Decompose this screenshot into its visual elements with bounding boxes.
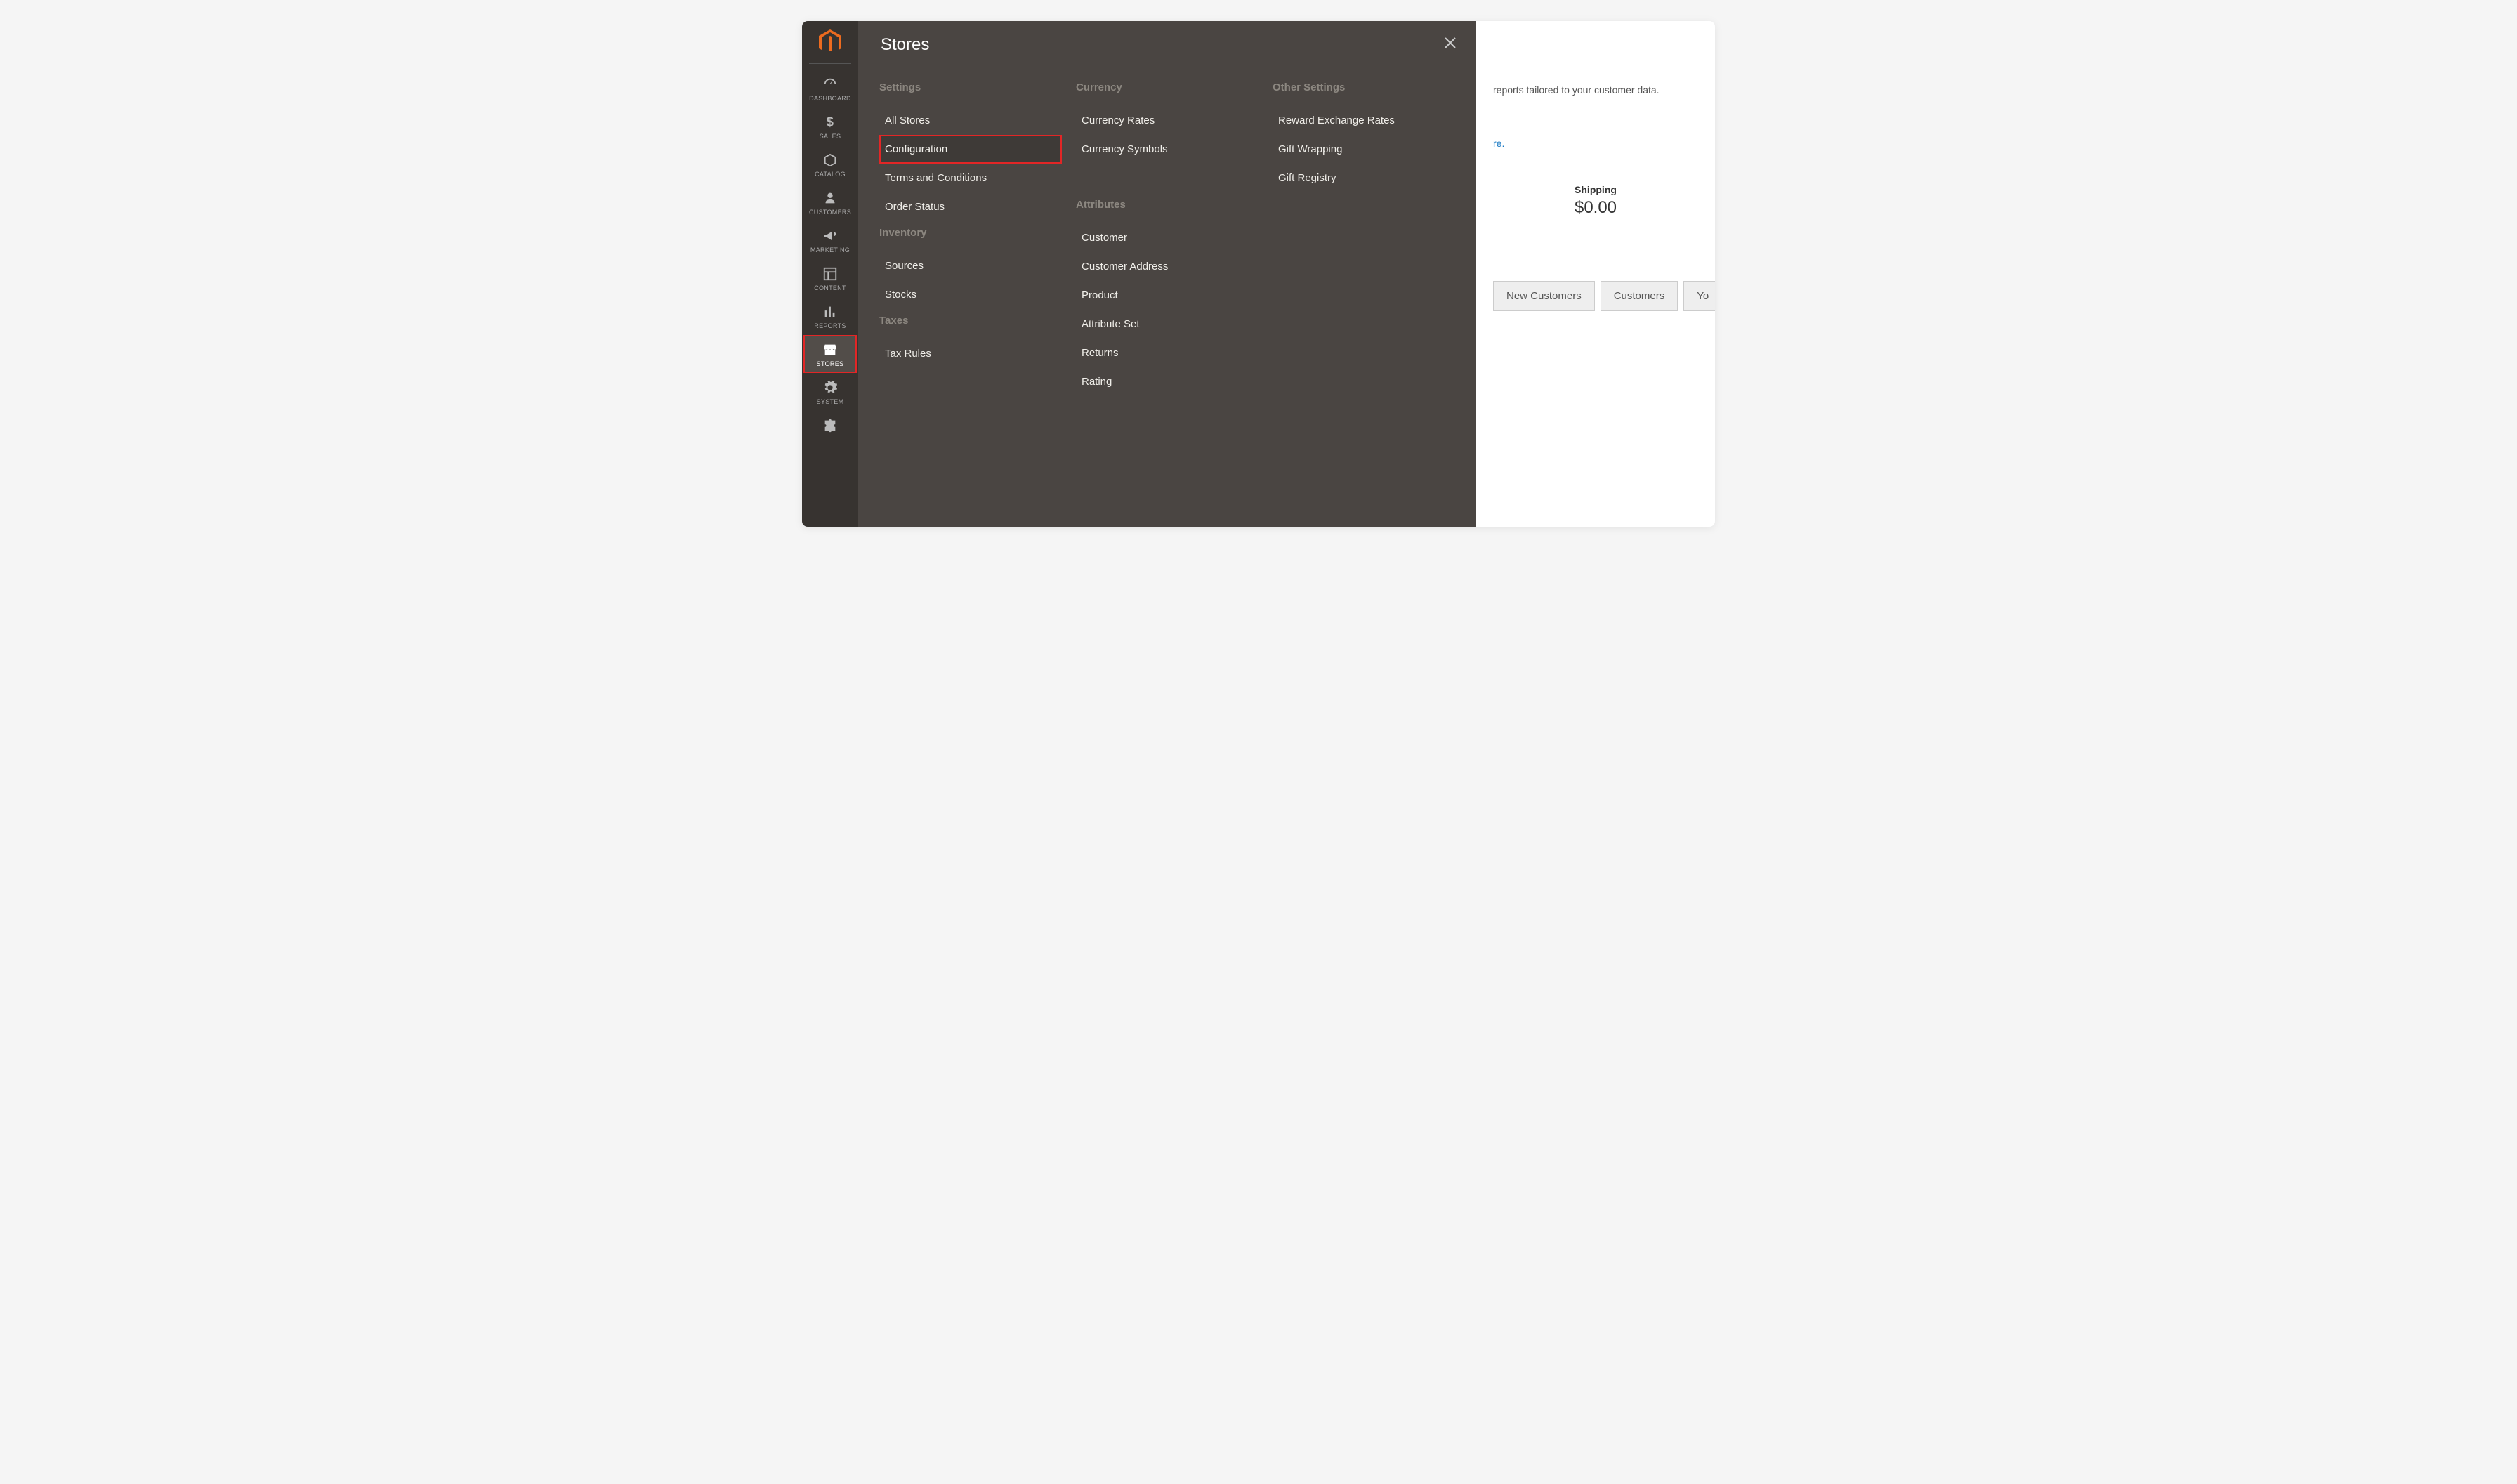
content-link-fragment: re. bbox=[1493, 138, 1698, 149]
person-icon bbox=[822, 190, 838, 206]
menu-customer[interactable]: Customer bbox=[1076, 223, 1258, 252]
logo-wrap bbox=[809, 29, 851, 64]
group-heading: Settings bbox=[879, 81, 1062, 93]
content-text: reports tailored to your customer data. bbox=[1493, 84, 1698, 96]
shipping-label: Shipping bbox=[1493, 184, 1698, 195]
group-heading: Inventory bbox=[879, 227, 1062, 239]
box-icon bbox=[822, 152, 838, 168]
group-heading: Other Settings bbox=[1273, 81, 1455, 93]
menu-all-stores[interactable]: All Stores bbox=[879, 106, 1062, 135]
bars-icon bbox=[822, 304, 838, 320]
close-button[interactable] bbox=[1444, 37, 1457, 53]
nav-label: STORES bbox=[817, 360, 844, 367]
nav-system[interactable]: SYSTEM bbox=[802, 373, 858, 411]
nav-label: SALES bbox=[820, 133, 841, 140]
menu-currency-rates[interactable]: Currency Rates bbox=[1076, 106, 1258, 135]
nav-label: MARKETING bbox=[810, 247, 850, 254]
here-link-fragment[interactable]: re. bbox=[1493, 138, 1504, 149]
nav-label: REPORTS bbox=[814, 322, 846, 329]
nav-dashboard[interactable]: DASHBOARD bbox=[802, 70, 858, 107]
nav-label: CATALOG bbox=[815, 171, 846, 178]
group-heading: Currency bbox=[1076, 81, 1258, 93]
nav-marketing[interactable]: MARKETING bbox=[802, 221, 858, 259]
menu-currency-symbols[interactable]: Currency Symbols bbox=[1076, 135, 1258, 164]
menu-reward-exchange-rates[interactable]: Reward Exchange Rates bbox=[1273, 106, 1455, 135]
puzzle-icon bbox=[822, 418, 838, 433]
tab-customers[interactable]: Customers bbox=[1601, 281, 1678, 311]
nav-customers[interactable]: CUSTOMERS bbox=[802, 183, 858, 221]
stores-flyout-panel: Stores Settings All StoresConfigurationTe… bbox=[858, 21, 1476, 527]
shipping-value: $0.00 bbox=[1493, 198, 1698, 218]
nav-extensions[interactable] bbox=[802, 411, 858, 439]
gear-icon bbox=[822, 380, 838, 395]
flyout-column: Currency Currency RatesCurrency Symbols At… bbox=[1076, 76, 1258, 396]
nav-sales[interactable]: $ SALES bbox=[802, 107, 858, 145]
menu-sources[interactable]: Sources bbox=[879, 251, 1062, 280]
dashboard-icon bbox=[822, 77, 838, 92]
nav-label: DASHBOARD bbox=[809, 95, 851, 102]
menu-order-status[interactable]: Order Status bbox=[879, 192, 1062, 221]
tab-yo[interactable]: Yo bbox=[1683, 281, 1715, 311]
tab-new-customers[interactable]: New Customers bbox=[1493, 281, 1595, 311]
menu-rating[interactable]: Rating bbox=[1076, 367, 1258, 396]
main-content: reports tailored to your customer data. … bbox=[1476, 21, 1715, 527]
flyout-column: Other SettingsReward Exchange RatesGift … bbox=[1273, 76, 1455, 396]
menu-tax-rules[interactable]: Tax Rules bbox=[879, 339, 1062, 368]
flyout-title: Stores bbox=[881, 35, 1455, 55]
dollar-icon: $ bbox=[822, 114, 838, 130]
svg-text:$: $ bbox=[827, 114, 834, 129]
menu-product[interactable]: Product bbox=[1076, 281, 1258, 310]
menu-configuration[interactable]: Configuration bbox=[879, 135, 1062, 164]
reports-text: reports tailored to your customer data. bbox=[1493, 84, 1660, 96]
tabs-row: New CustomersCustomersYo bbox=[1493, 281, 1698, 311]
nav-reports[interactable]: REPORTS bbox=[802, 297, 858, 335]
admin-sidebar: DASHBOARD $ SALES CATALOG CUSTOMERS MARKETING… bbox=[802, 21, 858, 527]
nav-catalog[interactable]: CATALOG bbox=[802, 145, 858, 183]
close-icon bbox=[1444, 37, 1457, 49]
magento-logo-icon bbox=[817, 29, 843, 55]
menu-customer-address[interactable]: Customer Address bbox=[1076, 252, 1258, 281]
nav-label: CONTENT bbox=[814, 284, 846, 291]
nav-label: CUSTOMERS bbox=[809, 209, 851, 216]
nav-label: SYSTEM bbox=[817, 398, 844, 405]
flyout-column: Settings All StoresConfigurationTerms and… bbox=[879, 76, 1062, 396]
flyout-columns: Settings All StoresConfigurationTerms and… bbox=[879, 76, 1455, 396]
app-window: DASHBOARD $ SALES CATALOG CUSTOMERS MARKETING… bbox=[802, 21, 1715, 527]
store-icon bbox=[822, 342, 838, 357]
megaphone-icon bbox=[822, 228, 838, 244]
menu-gift-wrapping[interactable]: Gift Wrapping bbox=[1273, 135, 1455, 164]
menu-gift-registry[interactable]: Gift Registry bbox=[1273, 164, 1455, 192]
shipping-block: Shipping $0.00 bbox=[1493, 184, 1698, 218]
nav-content[interactable]: CONTENT bbox=[802, 259, 858, 297]
nav-stores[interactable]: STORES bbox=[803, 335, 857, 373]
group-heading: Attributes bbox=[1076, 199, 1258, 211]
menu-attribute-set[interactable]: Attribute Set bbox=[1076, 310, 1258, 339]
menu-stocks[interactable]: Stocks bbox=[879, 280, 1062, 309]
menu-returns[interactable]: Returns bbox=[1076, 339, 1258, 367]
menu-terms-and-conditions[interactable]: Terms and Conditions bbox=[879, 164, 1062, 192]
group-heading: Taxes bbox=[879, 315, 1062, 327]
layout-icon bbox=[822, 266, 838, 282]
